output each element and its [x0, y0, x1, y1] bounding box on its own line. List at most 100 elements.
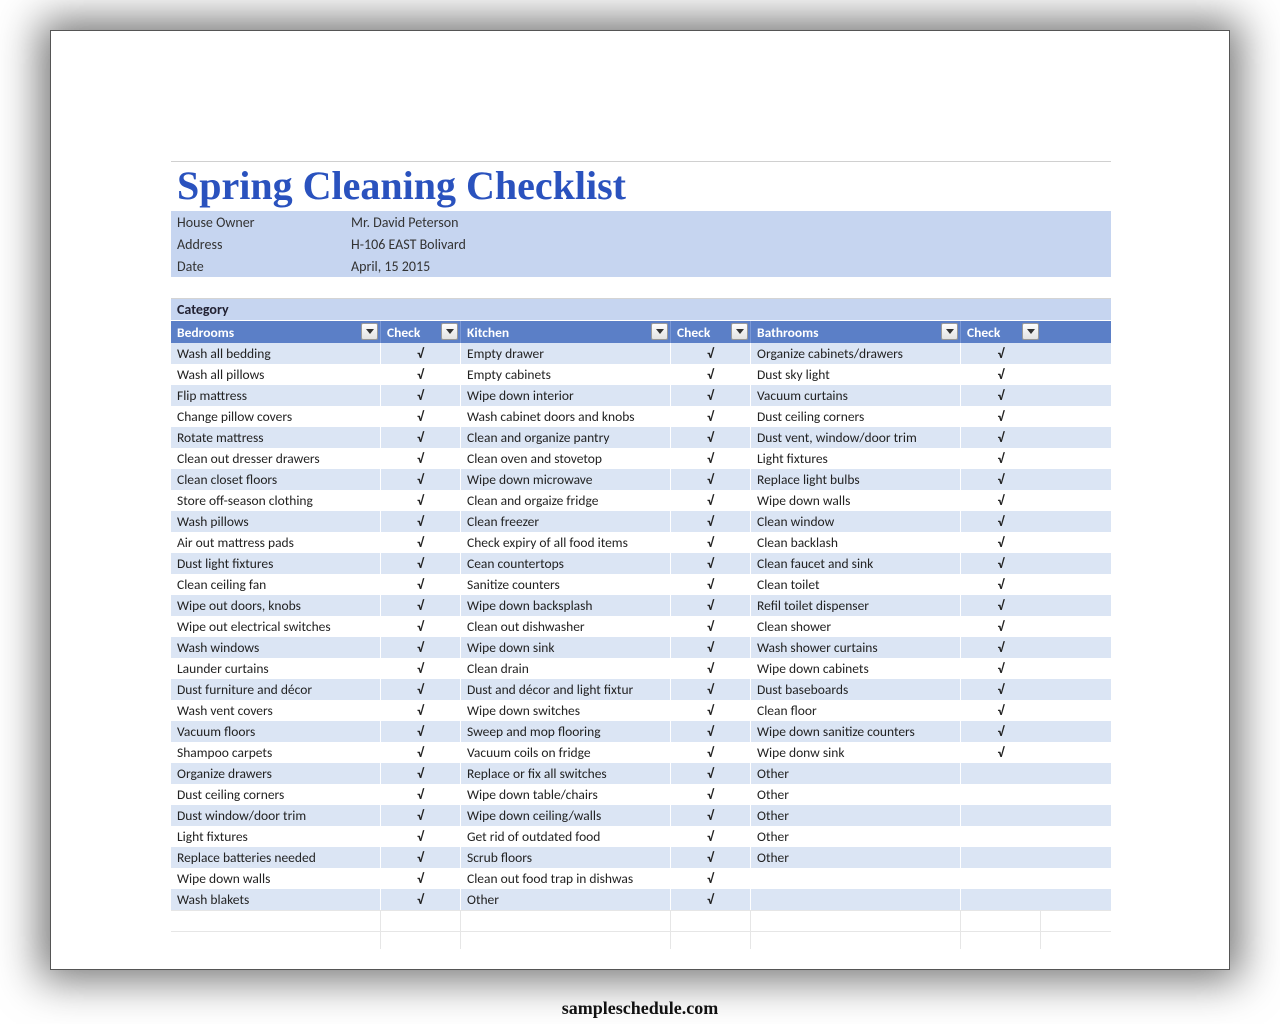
filter-dropdown-icon[interactable]: [441, 323, 458, 340]
bedrooms-check[interactable]: √: [381, 553, 461, 574]
kitchen-check[interactable]: √: [671, 616, 751, 637]
bathrooms-check[interactable]: √: [961, 742, 1041, 763]
bedrooms-check[interactable]: √: [381, 763, 461, 784]
kitchen-check[interactable]: √: [671, 805, 751, 826]
bathrooms-check[interactable]: √: [961, 595, 1041, 616]
kitchen-task: Empty drawer: [461, 343, 671, 364]
kitchen-check[interactable]: √: [671, 490, 751, 511]
kitchen-check[interactable]: √: [671, 406, 751, 427]
kitchen-check[interactable]: √: [671, 721, 751, 742]
bathrooms-check[interactable]: √: [961, 532, 1041, 553]
kitchen-task: Wipe down table/chairs: [461, 784, 671, 805]
bathrooms-check[interactable]: [961, 847, 1041, 868]
bedrooms-check[interactable]: √: [381, 889, 461, 910]
filter-dropdown-icon[interactable]: [1022, 323, 1039, 340]
bedrooms-check[interactable]: √: [381, 511, 461, 532]
header-check-label: Check: [387, 324, 420, 341]
bathrooms-check[interactable]: [961, 784, 1041, 805]
kitchen-check[interactable]: √: [671, 658, 751, 679]
bedrooms-check[interactable]: √: [381, 826, 461, 847]
bedrooms-check[interactable]: √: [381, 427, 461, 448]
kitchen-check[interactable]: √: [671, 868, 751, 889]
bathrooms-check[interactable]: √: [961, 700, 1041, 721]
kitchen-check[interactable]: √: [671, 700, 751, 721]
bedrooms-check[interactable]: √: [381, 637, 461, 658]
kitchen-check[interactable]: √: [671, 532, 751, 553]
header-bedrooms[interactable]: Bedrooms: [171, 321, 381, 343]
kitchen-check[interactable]: √: [671, 679, 751, 700]
bathrooms-check[interactable]: [961, 826, 1041, 847]
kitchen-check[interactable]: √: [671, 784, 751, 805]
kitchen-check[interactable]: √: [671, 448, 751, 469]
kitchen-check[interactable]: √: [671, 574, 751, 595]
kitchen-check[interactable]: √: [671, 595, 751, 616]
bedrooms-check[interactable]: √: [381, 406, 461, 427]
bathrooms-check[interactable]: √: [961, 679, 1041, 700]
kitchen-check[interactable]: √: [671, 364, 751, 385]
bathrooms-check[interactable]: √: [961, 553, 1041, 574]
kitchen-task: Wipe down interior: [461, 385, 671, 406]
filter-dropdown-icon[interactable]: [941, 323, 958, 340]
kitchen-check[interactable]: √: [671, 763, 751, 784]
bedrooms-check[interactable]: √: [381, 595, 461, 616]
bathrooms-check[interactable]: √: [961, 616, 1041, 637]
kitchen-check[interactable]: √: [671, 553, 751, 574]
bedrooms-check[interactable]: √: [381, 490, 461, 511]
bathrooms-check[interactable]: √: [961, 427, 1041, 448]
blank-rows: [171, 910, 1111, 949]
bathrooms-check[interactable]: √: [961, 385, 1041, 406]
kitchen-check[interactable]: √: [671, 343, 751, 364]
bathrooms-check[interactable]: √: [961, 637, 1041, 658]
bedrooms-check[interactable]: √: [381, 532, 461, 553]
bathrooms-check[interactable]: [961, 889, 1041, 910]
bedrooms-check[interactable]: √: [381, 679, 461, 700]
bedrooms-check[interactable]: √: [381, 805, 461, 826]
bedrooms-check[interactable]: √: [381, 448, 461, 469]
filter-dropdown-icon[interactable]: [361, 323, 378, 340]
bathrooms-check[interactable]: √: [961, 364, 1041, 385]
kitchen-check[interactable]: √: [671, 427, 751, 448]
bathrooms-check[interactable]: [961, 868, 1041, 889]
bathrooms-check[interactable]: √: [961, 574, 1041, 595]
bathrooms-check[interactable]: √: [961, 511, 1041, 532]
kitchen-check[interactable]: √: [671, 511, 751, 532]
filter-dropdown-icon[interactable]: [651, 323, 668, 340]
kitchen-check[interactable]: √: [671, 469, 751, 490]
header-check-1[interactable]: Check: [381, 321, 461, 343]
bathrooms-task: Other: [751, 805, 961, 826]
bathrooms-check[interactable]: √: [961, 658, 1041, 679]
kitchen-check[interactable]: √: [671, 742, 751, 763]
bathrooms-check[interactable]: √: [961, 721, 1041, 742]
bedrooms-check[interactable]: √: [381, 784, 461, 805]
bedrooms-check[interactable]: √: [381, 616, 461, 637]
bathrooms-check[interactable]: √: [961, 406, 1041, 427]
bedrooms-check[interactable]: √: [381, 574, 461, 595]
bathrooms-check[interactable]: √: [961, 469, 1041, 490]
bedrooms-check[interactable]: √: [381, 385, 461, 406]
bathrooms-check[interactable]: [961, 805, 1041, 826]
kitchen-check[interactable]: √: [671, 847, 751, 868]
bathrooms-check[interactable]: [961, 763, 1041, 784]
bedrooms-check[interactable]: √: [381, 364, 461, 385]
header-kitchen[interactable]: Kitchen: [461, 321, 671, 343]
filter-dropdown-icon[interactable]: [731, 323, 748, 340]
bedrooms-check[interactable]: √: [381, 721, 461, 742]
bathrooms-check[interactable]: √: [961, 343, 1041, 364]
bedrooms-check[interactable]: √: [381, 343, 461, 364]
bedrooms-check[interactable]: √: [381, 658, 461, 679]
bathrooms-check[interactable]: √: [961, 448, 1041, 469]
bedrooms-check[interactable]: √: [381, 700, 461, 721]
bedrooms-check[interactable]: √: [381, 847, 461, 868]
kitchen-check[interactable]: √: [671, 385, 751, 406]
header-check-2[interactable]: Check: [671, 321, 751, 343]
bedrooms-check[interactable]: √: [381, 469, 461, 490]
header-bathrooms[interactable]: Bathrooms: [751, 321, 961, 343]
kitchen-check[interactable]: √: [671, 826, 751, 847]
kitchen-check[interactable]: √: [671, 889, 751, 910]
bedrooms-check[interactable]: √: [381, 742, 461, 763]
kitchen-check[interactable]: √: [671, 637, 751, 658]
bathrooms-check[interactable]: √: [961, 490, 1041, 511]
bedrooms-check[interactable]: √: [381, 868, 461, 889]
header-check-label: Check: [967, 324, 1000, 341]
header-check-3[interactable]: Check: [961, 321, 1041, 343]
